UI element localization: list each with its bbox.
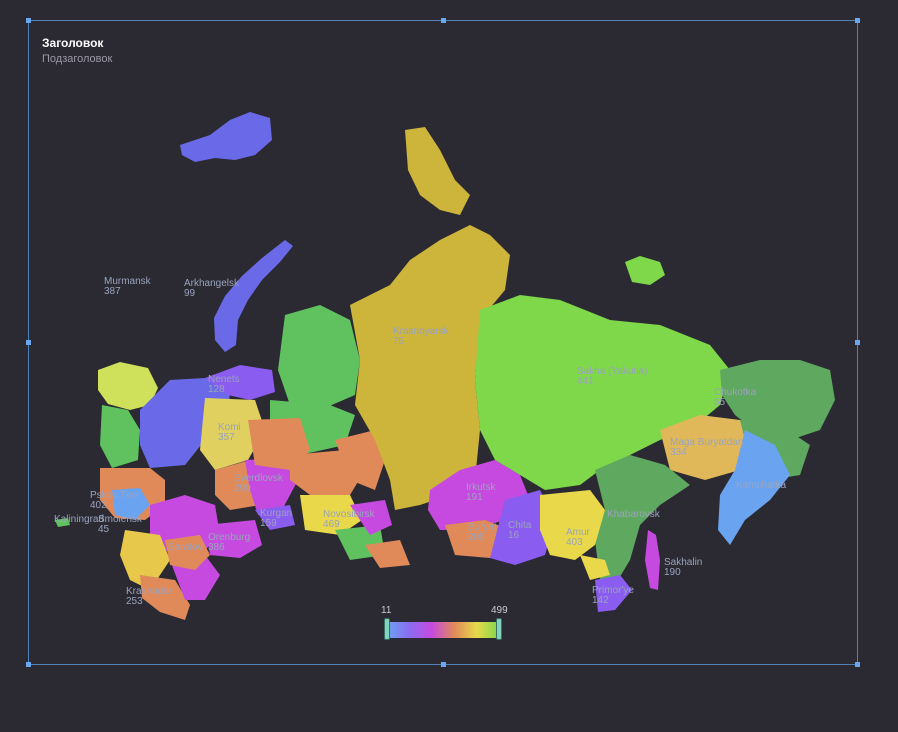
region-name-label: Khabarovsk [607, 509, 661, 520]
region-value-label: 159 [260, 518, 277, 529]
region-value-label: 191 [466, 492, 483, 503]
visual-map-min: 11 [381, 605, 392, 616]
region-value-label: 469 [323, 519, 340, 530]
visual-map-gradient[interactable] [387, 622, 499, 638]
region-value-label: 99 [184, 288, 196, 299]
region-value-label: 386 [208, 542, 225, 553]
region-value-label: 290 [234, 483, 251, 494]
region-value-label: 16 [508, 530, 520, 541]
region-value-label: 142 [592, 595, 609, 606]
region-name-label: Kamchatka [736, 480, 786, 491]
region-karelia[interactable] [100, 405, 140, 468]
region-name-label: Kaliningrad [54, 514, 104, 525]
visual-map-max: 499 [491, 605, 508, 616]
region-value-label: 128 [208, 384, 225, 395]
region-franz-josef[interactable] [180, 112, 272, 162]
region-value-label: 190 [664, 567, 681, 578]
region-yamal[interactable] [278, 305, 360, 410]
region-new-siberian[interactable] [625, 256, 665, 285]
region-value-label: 441 [577, 376, 594, 387]
region-value-label: 402 [90, 500, 107, 511]
region-novaya-zemlya[interactable] [214, 240, 293, 352]
region-value-label: 55 [714, 397, 726, 408]
region-tuva[interactable] [365, 540, 410, 568]
region-value-label: 45 [98, 524, 110, 535]
region-severnaya-zemlya[interactable] [405, 127, 470, 215]
region-name-label: Saratov [168, 542, 202, 553]
visual-map-min-handle[interactable] [384, 618, 390, 640]
region-sakhalin[interactable] [645, 530, 660, 590]
region-value-label: 403 [566, 537, 583, 548]
region-value-label: 357 [218, 432, 235, 443]
region-value-label: 75 [393, 336, 405, 347]
region-amur[interactable] [540, 490, 605, 560]
region-value-label: 334 [670, 447, 687, 458]
region-value-label: 387 [104, 286, 121, 297]
visual-map-max-handle[interactable] [496, 618, 502, 640]
region-value-label: 253 [126, 596, 143, 607]
region-value-label: 205 [468, 532, 485, 543]
